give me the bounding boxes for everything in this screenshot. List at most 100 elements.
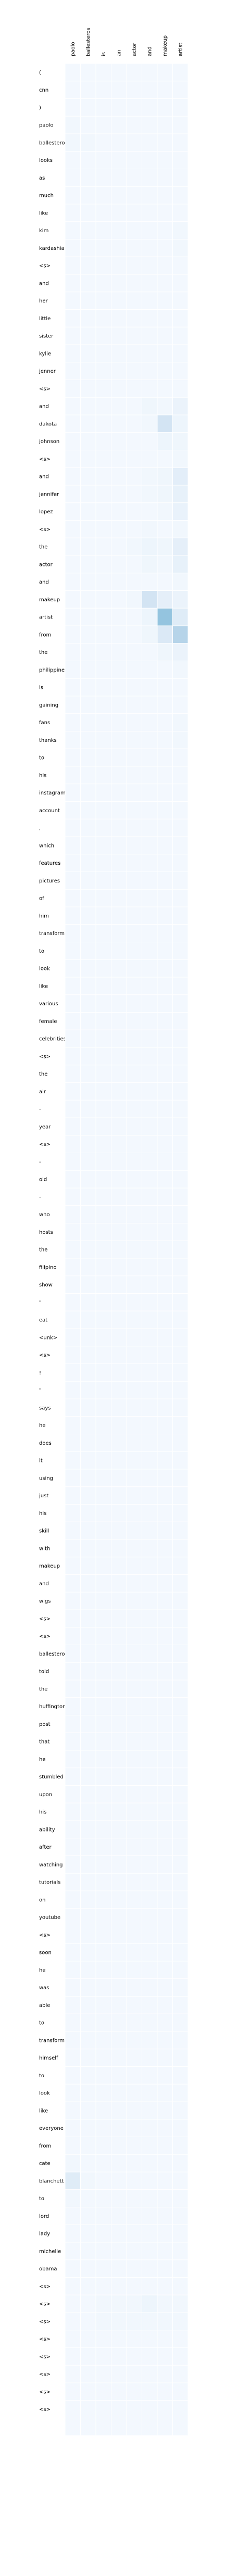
heatmap-cell [157,1381,173,1399]
heatmap-cell [172,643,189,661]
heatmap-cell [172,1100,189,1118]
heatmap-cell [80,151,96,169]
heatmap-cell [95,713,111,731]
heatmap-cell [157,1908,173,1926]
heatmap-cell [157,748,173,767]
heatmap-cell [65,204,81,222]
heatmap-cell [157,1293,173,1311]
heatmap-cell [65,994,81,1013]
heatmap-cell [126,924,142,942]
heatmap-cell [172,1223,189,1241]
heatmap-cell [157,1996,173,2014]
heatmap-cell [80,1363,96,1382]
heatmap-cell [142,1855,158,1874]
y-tick-label: makeup [39,597,60,603]
heatmap-cell [65,1416,81,1434]
y-tick-label: on [39,1897,45,1903]
heatmap-cell [172,1504,189,1522]
heatmap-cell [65,1908,81,1926]
y-tick-label: he [39,1423,46,1429]
heatmap-cell [157,1627,173,1645]
heatmap-cell [95,906,111,925]
heatmap-cell [111,362,127,380]
heatmap-cell [111,854,127,872]
heatmap-cell [172,467,189,486]
heatmap-cell [80,1276,96,1294]
heatmap-cell [142,362,158,380]
heatmap-cell [142,818,158,837]
heatmap-cell [126,2418,142,2436]
heatmap-cell [126,537,142,556]
heatmap-cell [142,1416,158,1434]
heatmap-cell [95,1328,111,1347]
heatmap-cell [95,2119,111,2137]
heatmap-cell [172,555,189,574]
y-tick-label: <s> [39,386,51,392]
heatmap-cell [157,1205,173,1223]
heatmap-cell [95,836,111,855]
heatmap-cell [95,1873,111,1891]
heatmap-cell [111,1135,127,1153]
heatmap-cell [126,450,142,468]
heatmap-cell [126,98,142,117]
y-tick-label: wigs [39,1599,51,1605]
heatmap-cell [65,1363,81,1382]
heatmap-cell [126,1767,142,1786]
heatmap-cell [80,1890,96,1909]
heatmap-cell [111,2013,127,2032]
y-tick-label: look [39,2091,50,2097]
heatmap-cell [95,2049,111,2067]
heatmap-cell [172,766,189,785]
heatmap-cell [95,1065,111,1083]
heatmap-cell [111,116,127,134]
heatmap-cell [80,1609,96,1628]
heatmap-cell [157,2207,173,2225]
heatmap-cell [126,801,142,819]
heatmap-cell [65,1767,81,1786]
heatmap-cell [142,2330,158,2348]
heatmap-cell [65,432,81,450]
heatmap-cell [157,1574,173,1593]
heatmap-cell [111,889,127,907]
heatmap-cell [95,1416,111,1434]
heatmap-cell [157,2382,173,2401]
heatmap-cell [65,2101,81,2120]
heatmap-cell [111,1574,127,1593]
y-tick-label: ) [39,105,41,111]
heatmap-cell [126,2277,142,2295]
heatmap-cell [111,590,127,609]
heatmap-cell [157,2330,173,2348]
heatmap-cell [65,731,81,749]
heatmap-cell [126,432,142,450]
heatmap-cell [157,1521,173,1540]
heatmap-cell [157,1838,173,1856]
heatmap-cell [95,994,111,1013]
heatmap-cell [172,1117,189,1136]
y-tick-label: huffington [39,1704,66,1710]
heatmap-cell [126,2049,142,2067]
heatmap-cell [157,204,173,222]
heatmap-cell [172,1645,189,1663]
heatmap-cell [80,942,96,960]
heatmap-cell [111,1012,127,1030]
heatmap-cell [111,678,127,697]
heatmap-cell [95,1978,111,1997]
heatmap-cell [111,1469,127,1487]
heatmap-cell [95,2418,111,2436]
heatmap-cell [172,1890,189,1909]
heatmap-cell [65,1943,81,1962]
heatmap-cell [172,2049,189,2067]
heatmap-cell [111,414,127,433]
heatmap-cell [80,1539,96,1558]
heatmap-cell [111,1926,127,1944]
heatmap-cell [80,573,96,591]
heatmap-cell [157,432,173,450]
heatmap-cell [65,1961,81,1979]
y-tick-label: filipino [39,1265,56,1270]
heatmap-cell [126,994,142,1013]
heatmap-cell [126,906,142,925]
heatmap-cell [111,81,127,99]
y-tick-label: the [39,1247,47,1253]
heatmap-cell [157,1170,173,1189]
heatmap-cell [95,1609,111,1628]
